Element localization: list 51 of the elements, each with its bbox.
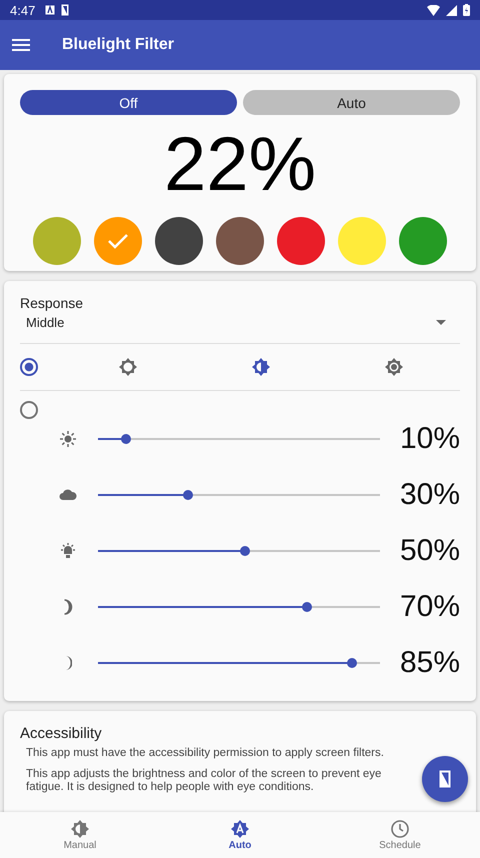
signal-icon [446, 4, 457, 16]
slider-thumb[interactable] [121, 434, 132, 444]
phone-icon [61, 4, 70, 16]
mode-button[interactable]: Off [20, 90, 237, 115]
status-time: 4:47 [10, 2, 36, 18]
color-swatch[interactable] [32, 217, 81, 265]
brightness-icon [230, 819, 250, 839]
moon-icon [62, 597, 74, 617]
app-title: Bluelight Filter [62, 36, 174, 54]
radio-button[interactable] [20, 401, 38, 419]
sun-icon [58, 429, 78, 449]
slider-thumb[interactable] [183, 490, 194, 500]
phone-icon [439, 770, 451, 788]
slider-thumb[interactable] [346, 658, 357, 668]
accessibility-title: Accessibility [20, 725, 102, 742]
dropdown-arrow-icon [436, 320, 446, 324]
response-label: Response [20, 295, 84, 311]
level-reading: 50% [398, 534, 460, 568]
color-swatch[interactable] [216, 217, 264, 265]
menu-icon[interactable] [12, 38, 30, 52]
crescent-icon [64, 653, 72, 673]
wifi-icon [427, 4, 440, 16]
brightness-icon[interactable] [384, 357, 404, 377]
check-icon [106, 233, 129, 249]
notification-icon [45, 5, 56, 15]
brightness-icon[interactable] [118, 357, 138, 377]
brightness-icon[interactable] [251, 357, 271, 377]
battery-icon [463, 4, 470, 16]
level-reading: 85% [398, 646, 460, 680]
color-swatch[interactable] [94, 217, 142, 265]
response-dropdown[interactable]: Middle [20, 311, 460, 331]
color-swatch[interactable] [154, 217, 203, 265]
level-reading: 70% [398, 590, 460, 624]
accessibility-text: This app adjusts the brightness and color of the screen to prevent eye fatigue. It is designed to help people with eye conditions. [26, 768, 382, 795]
filter-percentage: 22% [162, 127, 318, 203]
lamp-icon [58, 541, 78, 561]
color-swatch[interactable] [338, 217, 386, 265]
color-swatch[interactable] [399, 217, 448, 265]
nav-tab[interactable]: Schedule [320, 812, 480, 858]
nav-tab[interactable]: Auto [160, 812, 320, 858]
clock-icon [390, 819, 410, 839]
radio-button[interactable] [20, 358, 38, 376]
color-swatch[interactable] [277, 217, 326, 265]
level-reading: 30% [398, 478, 460, 512]
brightness-icon [70, 819, 90, 839]
accessibility-text: This app must have the accessibility permission to apply screen filters. [26, 747, 385, 760]
mode-button[interactable]: Auto [243, 90, 460, 115]
nav-tab[interactable]: Manual [0, 812, 160, 858]
level-reading: 10% [398, 422, 460, 456]
slider-thumb[interactable] [240, 546, 250, 556]
slider-thumb[interactable] [302, 602, 312, 612]
